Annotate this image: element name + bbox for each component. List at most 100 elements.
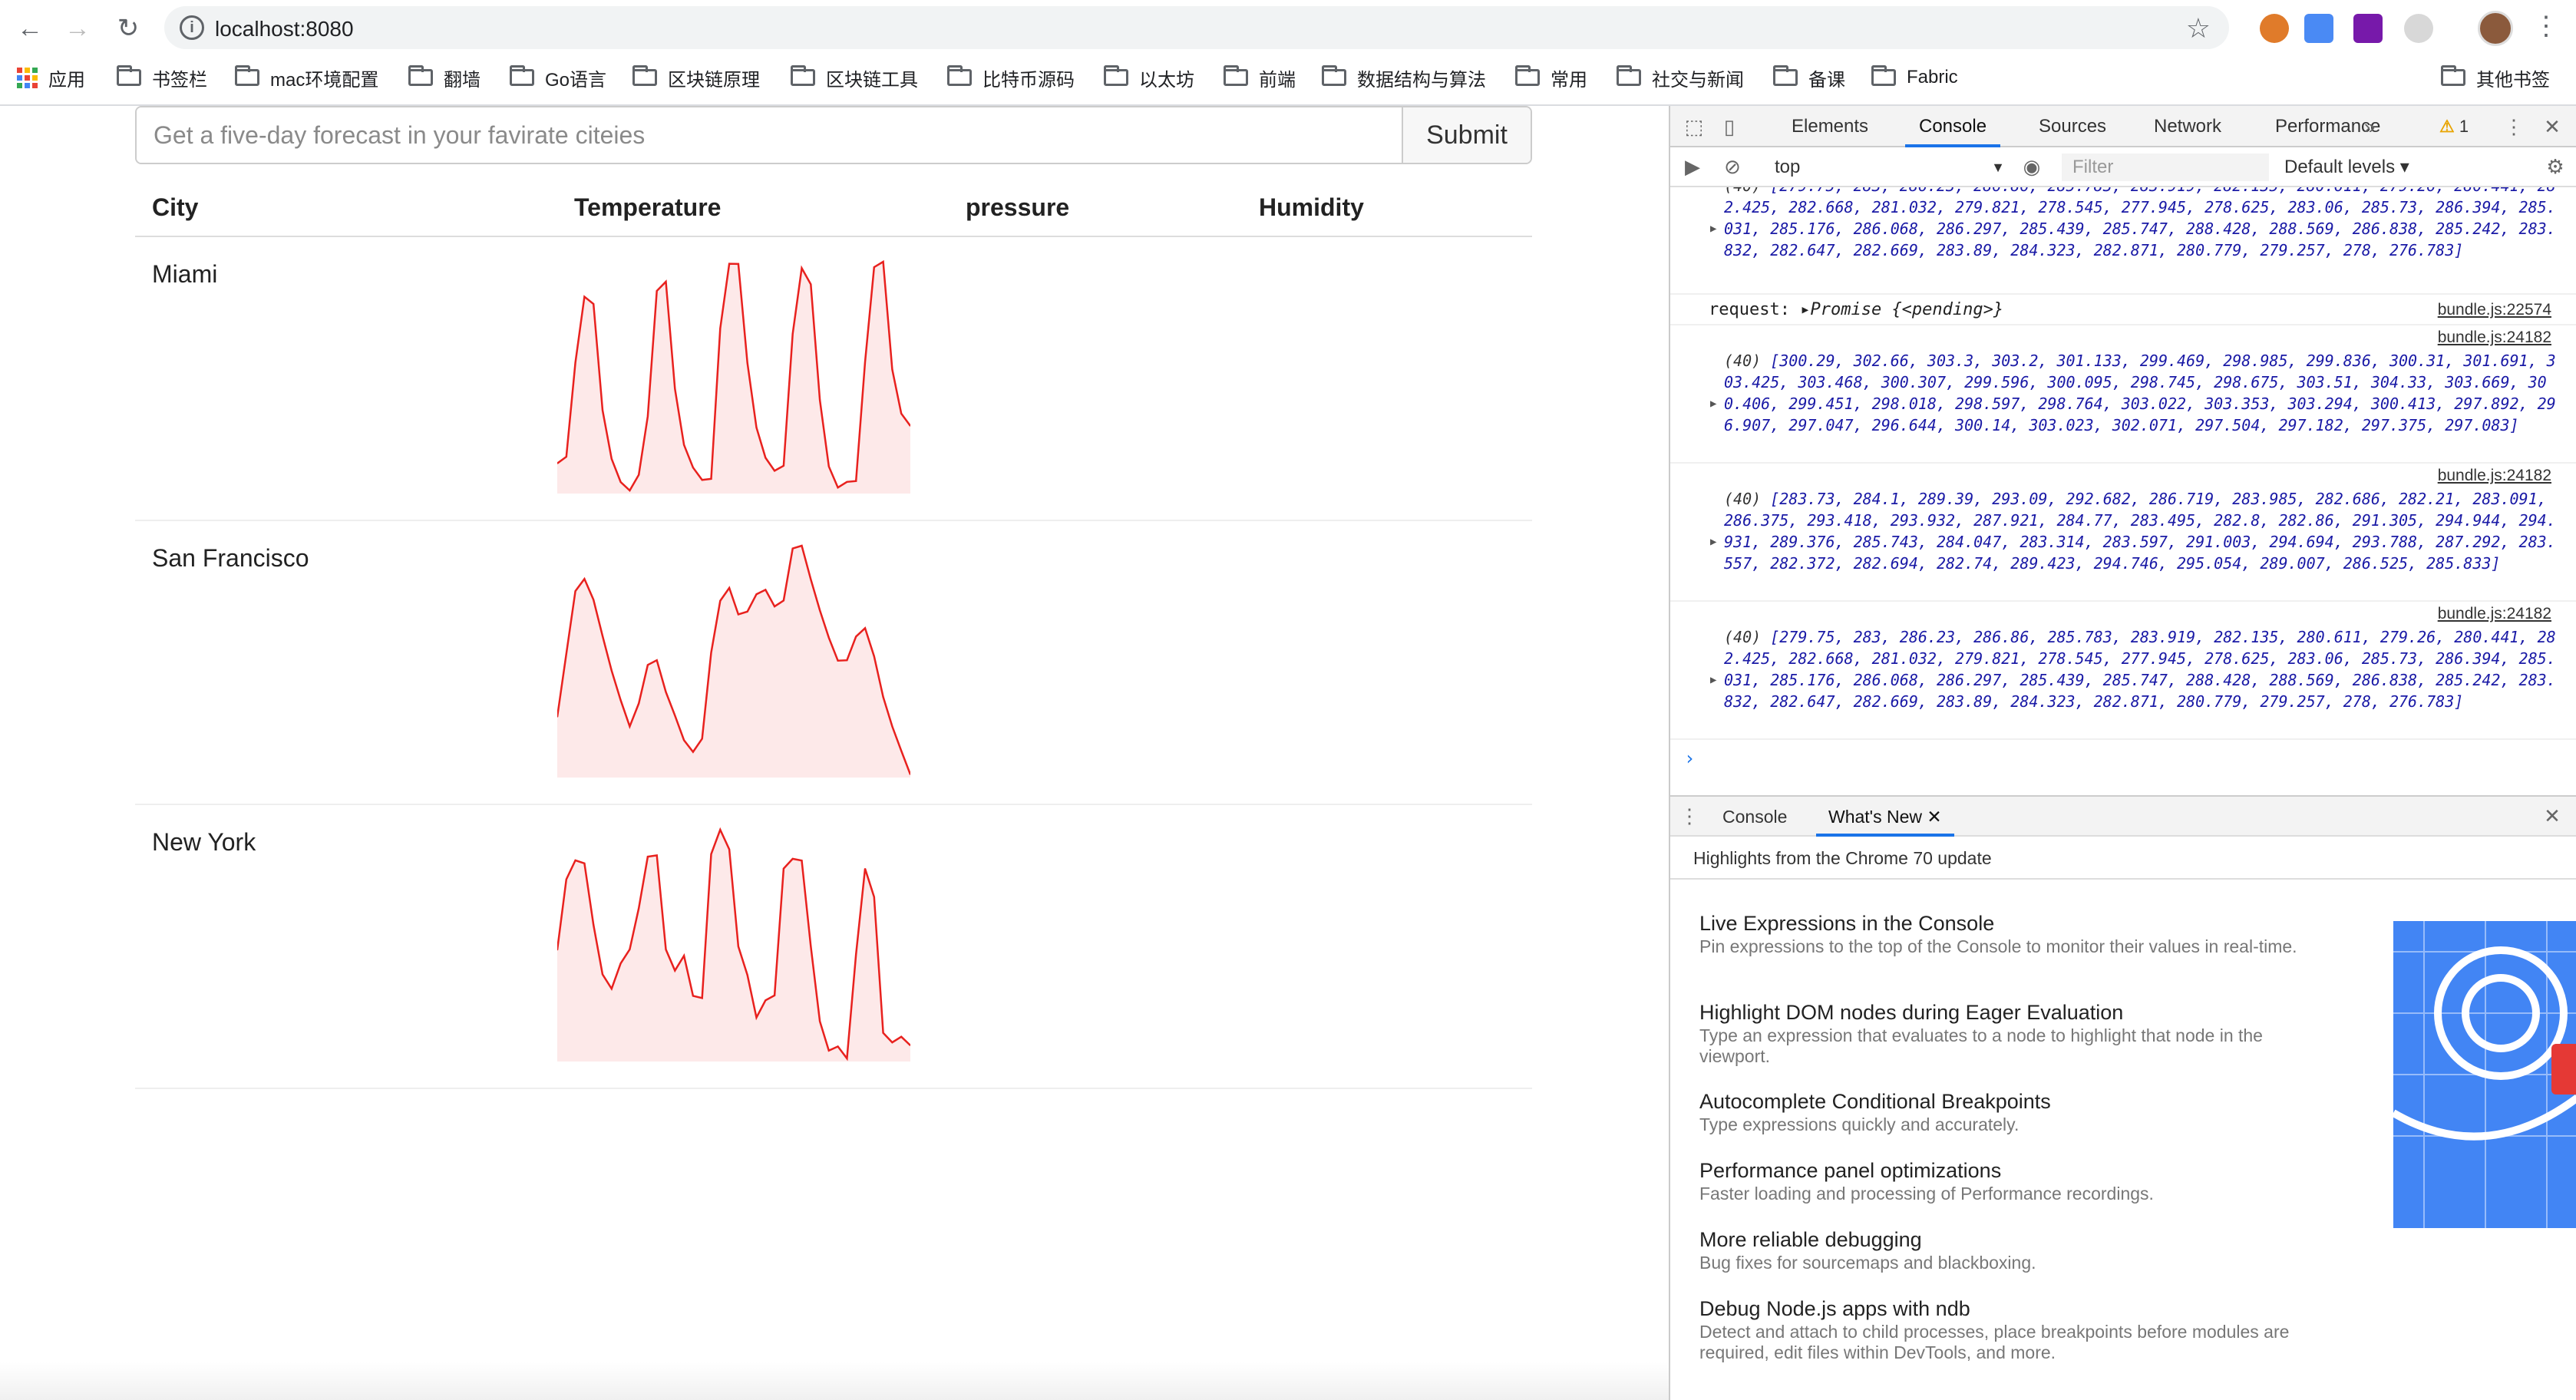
list-item[interactable]: Highlight DOM nodes during Eager Evaluat… xyxy=(1699,999,2313,1067)
expand-triangle-icon[interactable]: ▶ xyxy=(1710,536,1716,548)
url-text[interactable]: localhost:8080 xyxy=(215,17,354,41)
log-array[interactable]: (40) [279.75, 283, 286.23, 286.86, 285.7… xyxy=(1724,626,2562,712)
drawer-tab-whats-new[interactable]: What's New ✕ xyxy=(1816,797,1954,837)
log-request[interactable]: request: ▸Promise {<pending>} xyxy=(1709,299,2003,321)
submit-button[interactable]: Submit xyxy=(1402,107,1531,163)
bookmark-folder[interactable]: 书签栏 xyxy=(117,64,207,91)
devtools-menu-icon[interactable]: ⋮ xyxy=(2502,115,2525,138)
extension-gray-icon[interactable] xyxy=(2404,14,2433,43)
console-log: ▶ (40) [279.75, 283, 286.23, 286.86, 285… xyxy=(1670,187,2576,794)
apps-grid-icon xyxy=(17,67,38,88)
extension-onenote-icon[interactable] xyxy=(2353,14,2383,43)
forward-icon[interactable]: → xyxy=(60,11,95,46)
bookmark-folder[interactable]: 比特币源码 xyxy=(947,64,1075,91)
bookmark-folder[interactable]: 前端 xyxy=(1224,64,1296,91)
bookmark-star-icon[interactable]: ☆ xyxy=(2186,12,2211,45)
extension-translate-icon[interactable] xyxy=(2304,14,2333,43)
menu-icon[interactable]: ⋮ xyxy=(2533,11,2559,41)
reload-icon[interactable]: ↻ xyxy=(111,11,146,46)
console-filter-input[interactable]: Filter xyxy=(2062,154,2269,181)
sparkline-point xyxy=(874,896,875,898)
tab-sources[interactable]: Sources xyxy=(2025,106,2120,147)
sparkline-point xyxy=(602,409,603,411)
source-link[interactable]: bundle.js:22574 xyxy=(2438,301,2551,319)
sparkline-point xyxy=(647,856,649,857)
bookmark-folder[interactable]: 以太坊 xyxy=(1104,64,1194,91)
sparkline-point xyxy=(619,963,622,964)
expand-triangle-icon[interactable]: ▶ xyxy=(1710,398,1716,410)
address-bar[interactable]: i localhost:8080 ☆ xyxy=(164,6,2229,49)
back-icon[interactable]: ← xyxy=(12,11,48,46)
expand-triangle-icon[interactable]: ▶ xyxy=(1710,223,1716,235)
city-search-input[interactable] xyxy=(137,107,1403,163)
list-item[interactable]: Live Expressions in the Console Pin expr… xyxy=(1699,910,2313,957)
feature-title: Highlight DOM nodes during Eager Evaluat… xyxy=(1699,1001,2124,1024)
bookmark-folder[interactable]: 数据结构与算法 xyxy=(1322,64,1486,91)
array-length: (40) xyxy=(1724,187,1761,195)
log-entry: bundle.js:24182 ▶ (40) [300.29, 302.66, … xyxy=(1670,325,2576,464)
bookmark-folder[interactable]: Fabric xyxy=(1871,64,1958,91)
bookmark-other[interactable]: 其他书签 xyxy=(2441,64,2550,91)
bookmark-apps[interactable]: 应用 xyxy=(17,64,85,91)
sparkline-point xyxy=(611,458,613,460)
sparkline-point xyxy=(801,545,803,546)
sparkline-point xyxy=(619,481,622,483)
console-toolbar: ▶ ⊘ top ▼ ◉ Filter Default levels ▾ ⚙ xyxy=(1670,147,2576,187)
temperature-cell xyxy=(557,236,949,521)
column-header-city: City xyxy=(135,180,557,237)
drawer-tab-console[interactable]: Console xyxy=(1710,797,1799,837)
sparkline-point xyxy=(593,924,594,926)
console-prompt[interactable]: › xyxy=(1684,748,1695,769)
list-item[interactable]: Performance panel optimizations Faster l… xyxy=(1699,1157,2313,1204)
list-item[interactable]: More reliable debugging Bug fixes for so… xyxy=(1699,1227,2313,1273)
list-item[interactable]: Autocomplete Conditional Breakpoints Typ… xyxy=(1699,1088,2313,1135)
tab-network[interactable]: Network xyxy=(2140,106,2235,147)
log-levels-select[interactable]: Default levels ▾ xyxy=(2284,155,2409,180)
warning-badge[interactable]: ⚠ 1 xyxy=(2439,106,2469,147)
console-settings-icon[interactable]: ⚙ xyxy=(2544,155,2567,178)
folder-icon xyxy=(2441,65,2465,86)
device-toolbar-icon[interactable]: ▯ xyxy=(1718,115,1741,138)
bookmarks-bar: 应用 书签栏 mac环境配置 翻墙 Go语言 区块链原理 区块链工具 比特币源码… xyxy=(0,58,2576,97)
bookmark-folder[interactable]: 备课 xyxy=(1773,64,1845,91)
info-icon[interactable]: i xyxy=(180,15,204,40)
close-devtools-icon[interactable]: ✕ xyxy=(2541,115,2564,138)
bookmark-folder[interactable]: Go语言 xyxy=(510,64,606,91)
sparkline-point xyxy=(791,858,794,860)
context-select[interactable]: top ▼ xyxy=(1775,155,2005,180)
inspect-element-icon[interactable]: ⬚ xyxy=(1683,115,1706,138)
bookmark-folder[interactable]: mac环境配置 xyxy=(235,64,378,91)
close-drawer-icon[interactable]: ✕ xyxy=(2541,804,2564,827)
avatar[interactable] xyxy=(2478,11,2513,46)
source-link[interactable]: bundle.js:24182 xyxy=(2438,467,2551,485)
folder-icon xyxy=(235,65,259,86)
tab-console[interactable]: Console xyxy=(1905,106,2001,147)
more-tabs-icon[interactable]: » xyxy=(2358,115,2381,138)
close-tab-icon[interactable]: ✕ xyxy=(1927,807,1941,827)
bookmark-folder[interactable]: 翻墙 xyxy=(408,64,481,91)
bookmark-folder[interactable]: 常用 xyxy=(1515,64,1587,91)
table-row: San Francisco xyxy=(135,520,1532,805)
sparkline-point xyxy=(574,362,576,364)
clear-console-icon[interactable]: ⊘ xyxy=(1721,155,1744,178)
bookmark-folder[interactable]: 社交与新闻 xyxy=(1617,64,1744,91)
list-item[interactable]: Debug Node.js apps with ndb Detect and a… xyxy=(1699,1296,2313,1363)
sparkline-point xyxy=(828,637,830,639)
tab-elements[interactable]: Elements xyxy=(1778,106,1882,147)
eye-icon[interactable]: ◉ xyxy=(2020,155,2043,178)
bookmark-folder[interactable]: 区块链原理 xyxy=(632,64,760,91)
sparkline-point xyxy=(638,702,639,705)
expand-triangle-icon[interactable]: ▶ xyxy=(1710,674,1716,686)
sparkline-point xyxy=(728,587,730,589)
extension-fox-icon[interactable] xyxy=(2260,14,2289,43)
drawer-menu-icon[interactable]: ⋮ xyxy=(1678,804,1701,827)
source-link[interactable]: bundle.js:24182 xyxy=(2438,329,2551,347)
log-array[interactable]: (40) [300.29, 302.66, 303.3, 303.2, 301.… xyxy=(1724,350,2562,436)
log-array[interactable]: (40) [283.73, 284.1, 289.39, 293.09, 292… xyxy=(1724,488,2562,574)
log-array[interactable]: (40) [279.75, 283, 286.23, 286.86, 285.7… xyxy=(1724,187,2562,261)
bookmark-folder[interactable]: 区块链工具 xyxy=(791,64,918,91)
sparkline-point xyxy=(738,946,739,947)
sparkline-point xyxy=(891,368,893,371)
sidebar-toggle-icon[interactable]: ▶ xyxy=(1681,155,1704,178)
source-link[interactable]: bundle.js:24182 xyxy=(2438,605,2551,623)
